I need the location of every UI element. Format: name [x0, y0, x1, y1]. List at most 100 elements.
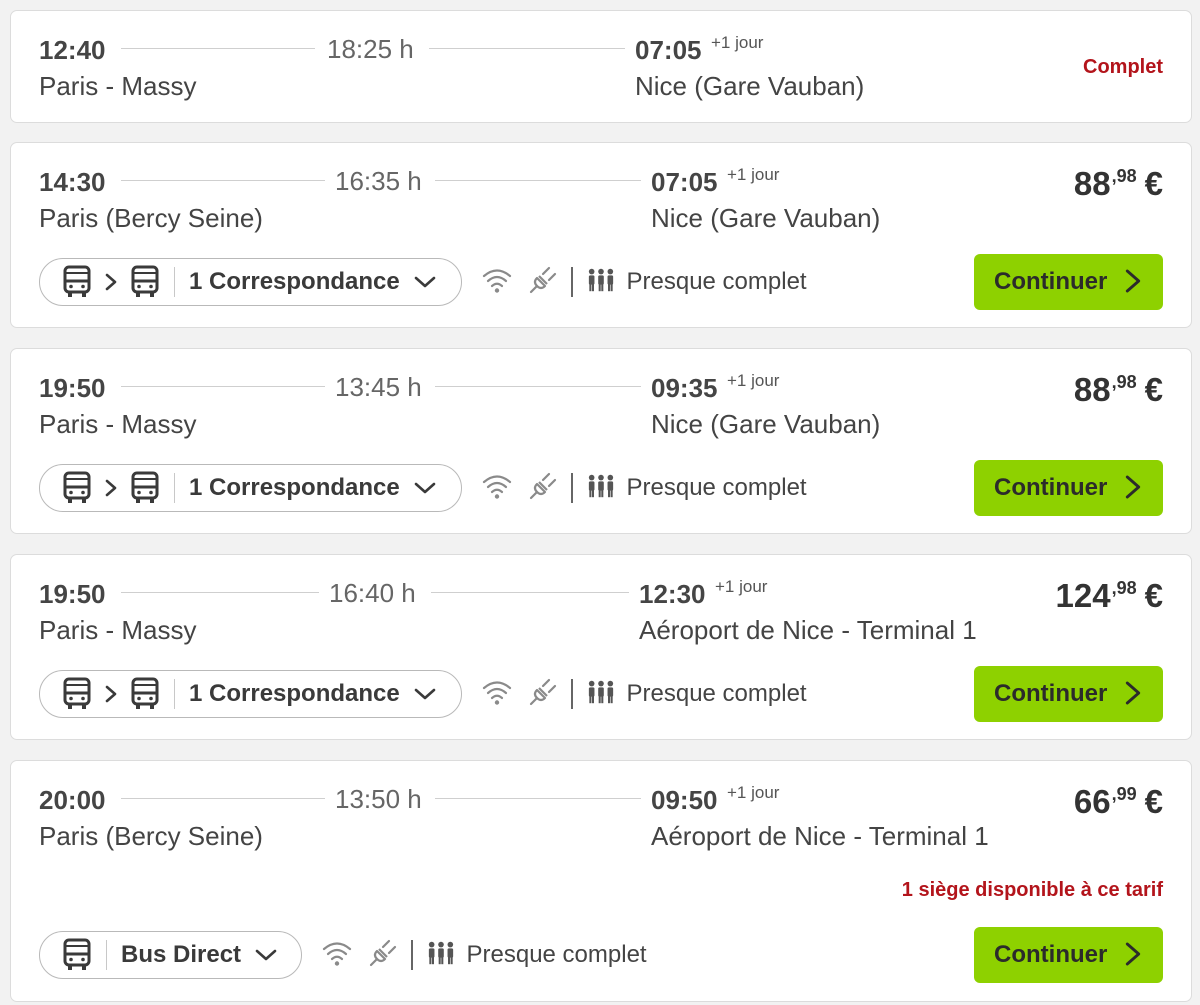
departure-stop: Paris - Massy [39, 409, 197, 439]
route-line-right [429, 48, 625, 49]
divider [571, 267, 573, 297]
sold-out-status: Complet [1083, 56, 1163, 78]
chevron-right-icon [104, 478, 118, 498]
chevron-down-icon [414, 481, 436, 495]
price-integer: 88 [1073, 165, 1111, 202]
divider [411, 940, 413, 970]
result-card-4: 20:00 13:50 h 09:50 +1 jour Paris (Bercy… [10, 760, 1192, 1002]
next-day-label: +1 jour [727, 783, 780, 802]
continue-label: Continuer [994, 474, 1108, 501]
bus-icon [62, 471, 92, 505]
route-line-right [435, 798, 641, 799]
amenities: Presque complet [321, 931, 647, 979]
divider [174, 679, 175, 709]
bus-icon [62, 265, 92, 299]
trip-duration: 13:45 h [335, 372, 422, 402]
result-card-3: 19:50 16:40 h 12:30 +1 jour Paris - Mass… [10, 554, 1192, 740]
route-line-left [121, 798, 325, 799]
chevron-down-icon [414, 687, 436, 701]
wifi-icon [321, 939, 353, 972]
chevron-right-icon [104, 272, 118, 292]
continue-label: Continuer [994, 941, 1108, 968]
continue-label: Continuer [994, 268, 1108, 295]
divider [174, 267, 175, 297]
bus-icon [62, 677, 92, 711]
price-currency: € [1144, 371, 1163, 408]
chevron-right-icon [104, 684, 118, 704]
price-currency: € [1144, 165, 1163, 202]
chevron-right-icon [1123, 939, 1143, 972]
price-currency: € [1144, 577, 1163, 614]
connection-details-toggle[interactable]: 1 Correspondance [39, 464, 462, 512]
connection-label: 1 Correspondance [189, 268, 400, 295]
power-plug-icon [527, 264, 559, 301]
route-line-right [435, 386, 641, 387]
wifi-icon [481, 266, 513, 299]
occupancy-status: Presque complet [466, 941, 647, 968]
passengers-icon [587, 679, 615, 710]
departure-time: 19:50 [39, 579, 106, 609]
chevron-right-icon [1123, 472, 1143, 505]
arrival-time: 07:05 [651, 167, 718, 197]
next-day-label: +1 jour [715, 577, 768, 596]
departure-stop: Paris - Massy [39, 615, 197, 645]
next-day-label: +1 jour [727, 371, 780, 390]
power-plug-icon [367, 937, 399, 974]
occupancy-status: Presque complet [626, 268, 807, 295]
passengers-icon [427, 940, 455, 971]
departure-stop: Paris (Bercy Seine) [39, 203, 263, 233]
result-card-0[interactable]: 12:40 18:25 h 07:05 +1 jour Paris - Mass… [10, 10, 1192, 123]
amenities: Presque complet [481, 258, 807, 306]
chevron-down-icon [255, 948, 277, 962]
divider [174, 473, 175, 503]
continue-button[interactable]: Continuer [974, 254, 1163, 310]
connection-details-toggle[interactable]: 1 Correspondance [39, 670, 462, 718]
chevron-right-icon [1123, 266, 1143, 299]
continue-button[interactable]: Continuer [974, 666, 1163, 722]
connection-details-toggle[interactable]: 1 Correspondance [39, 258, 462, 306]
price-integer: 124 [1055, 577, 1111, 614]
bus-icon [130, 677, 160, 711]
chevron-right-icon [1123, 678, 1143, 711]
arrival-stop: Nice (Gare Vauban) [651, 409, 881, 439]
occupancy-status: Presque complet [626, 680, 807, 707]
result-card-2: 19:50 13:45 h 09:35 +1 jour Paris - Mass… [10, 348, 1192, 534]
price: 124,98 € [1056, 577, 1163, 615]
departure-time: 14:30 [39, 167, 106, 197]
price-integer: 66 [1073, 783, 1111, 820]
price-decimal: ,98 [1111, 372, 1137, 392]
departure-stop: Paris - Massy [39, 71, 197, 101]
departure-time: 19:50 [39, 373, 106, 403]
connection-label: Bus Direct [121, 941, 242, 968]
arrival-stop: Nice (Gare Vauban) [651, 203, 881, 233]
price-currency: € [1144, 783, 1163, 820]
bus-icon [62, 938, 92, 972]
amenities: Presque complet [481, 670, 807, 718]
trip-duration: 16:40 h [329, 578, 416, 608]
route-line-left [121, 386, 325, 387]
next-day-label: +1 jour [727, 165, 780, 184]
continue-button[interactable]: Continuer [974, 460, 1163, 516]
seat-availability-notice: 1 siège disponible à ce tarif [901, 879, 1163, 901]
price-decimal: ,98 [1111, 578, 1137, 598]
continue-button[interactable]: Continuer [974, 927, 1163, 983]
trip-duration: 16:35 h [335, 166, 422, 196]
divider [571, 679, 573, 709]
trip-duration: 18:25 h [327, 34, 414, 64]
departure-time: 20:00 [39, 785, 106, 815]
trip-duration: 13:50 h [335, 784, 422, 814]
route-line-left [121, 592, 319, 593]
occupancy-status: Presque complet [626, 474, 807, 501]
chevron-down-icon [414, 275, 436, 289]
connection-label: 1 Correspondance [189, 680, 400, 707]
route-line-right [435, 180, 641, 181]
arrival-time: 07:05 [635, 35, 702, 65]
connection-details-toggle[interactable]: Bus Direct [39, 931, 302, 979]
divider [571, 473, 573, 503]
power-plug-icon [527, 676, 559, 713]
arrival-stop: Nice (Gare Vauban) [635, 71, 865, 101]
bus-icon [130, 471, 160, 505]
continue-label: Continuer [994, 680, 1108, 707]
power-plug-icon [527, 470, 559, 507]
wifi-icon [481, 678, 513, 711]
